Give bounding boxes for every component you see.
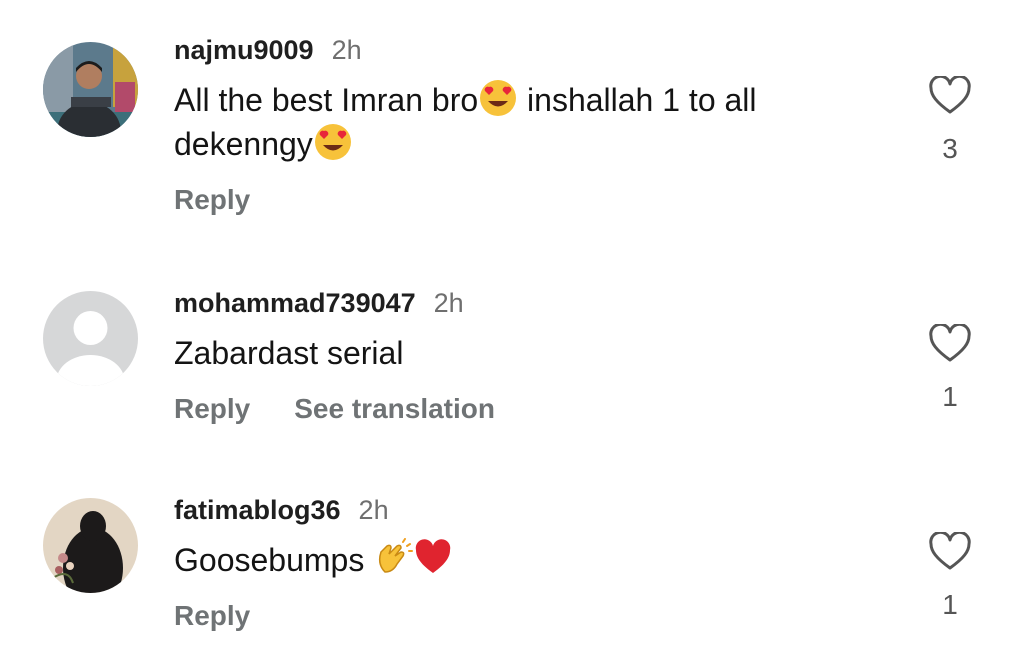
comment-meta: mohammad739047 2h: [174, 283, 894, 323]
comment-meta: fatimablog36 2h: [174, 490, 894, 530]
reply-button[interactable]: Reply: [174, 393, 250, 425]
like-control: 1: [920, 322, 980, 413]
comment-body: mohammad739047 2h Zabardast serial Reply…: [174, 283, 894, 429]
timestamp: 2h: [358, 494, 389, 525]
like-count: 1: [942, 589, 958, 620]
comment-body: najmu9009 2h All the best Imran bro insh…: [174, 30, 894, 220]
username[interactable]: najmu9009: [174, 35, 314, 66]
see-translation-button[interactable]: See translation: [294, 393, 495, 425]
like-count: 1: [942, 381, 958, 412]
comment-text: Zabardast serial: [174, 335, 404, 371]
comment-body: fatimablog36 2h Goosebumps Reply: [174, 490, 894, 636]
comment-actions: Reply: [174, 180, 894, 220]
comment-meta: najmu9009 2h: [174, 30, 894, 70]
comment-text: All the best Imran bro inshallah 1 to al…: [174, 78, 894, 166]
reply-button[interactable]: Reply: [174, 600, 250, 632]
like-count: 3: [942, 133, 958, 164]
comment-text-part: Goosebumps: [174, 542, 374, 578]
heart-icon[interactable]: [920, 322, 980, 369]
reply-button[interactable]: Reply: [174, 184, 250, 216]
like-control: 3: [920, 74, 980, 165]
red-heart-emoji-icon: [413, 538, 453, 578]
comment-actions: Reply: [174, 596, 894, 636]
username[interactable]: mohammad739047: [174, 288, 416, 319]
timestamp: 2h: [331, 34, 362, 65]
comment-actions: Reply See translation: [174, 389, 894, 429]
avatar[interactable]: [43, 291, 138, 386]
heart-icon[interactable]: [920, 74, 980, 121]
heart-icon[interactable]: [920, 530, 980, 577]
comment-text-part: All the best Imran bro: [174, 82, 479, 118]
heart-eyes-emoji-icon: [478, 78, 518, 118]
timestamp: 2h: [433, 287, 464, 318]
like-control: 1: [920, 530, 980, 621]
comment-text: Goosebumps: [174, 538, 894, 582]
avatar[interactable]: [43, 42, 138, 137]
avatar[interactable]: [43, 498, 138, 593]
clapping-hands-emoji-icon: [373, 538, 414, 578]
username[interactable]: fatimablog36: [174, 495, 341, 526]
heart-eyes-emoji-icon: [313, 122, 353, 162]
